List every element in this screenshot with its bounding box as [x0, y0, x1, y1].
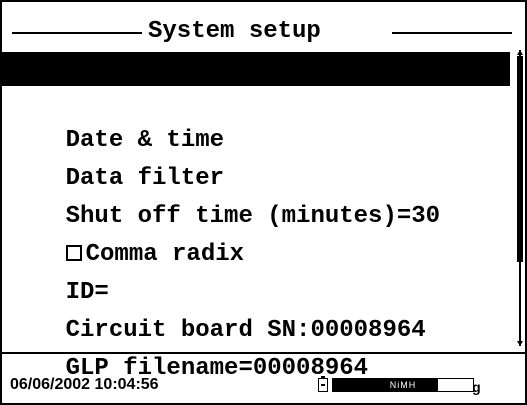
title-rule-right [392, 32, 512, 34]
battery-type-label: NiMH [389, 380, 417, 390]
menu-item-shut-off-time[interactable]: Shut off time (minutes)=30 [2, 166, 510, 230]
scroll-up-arrow-icon[interactable] [517, 50, 523, 55]
device-screen: System setup Version 1.02 07/01/2002 Dat… [0, 0, 527, 405]
title-rule-left [12, 32, 142, 34]
menu-item-version[interactable]: Version 1.02 07/01/2002 [2, 52, 510, 116]
menu-scrollbar[interactable] [517, 50, 523, 346]
menu-item-data-filter[interactable]: Data filter [2, 128, 510, 192]
status-datetime: 06/06/2002 10:04:56 [10, 376, 159, 393]
battery-icon [318, 376, 328, 392]
scroll-down-arrow-icon[interactable] [517, 341, 523, 346]
menu-item-glp-filename[interactable]: GLP filename=00008964 [2, 318, 510, 382]
scrollbar-thumb[interactable] [517, 56, 523, 262]
status-divider [2, 352, 525, 354]
menu-item-circuit-board-sn[interactable]: Circuit board SN:00008964 [2, 280, 510, 344]
screen-title: System setup [148, 18, 321, 45]
menu-item-comma-radix[interactable]: Comma radix [2, 204, 510, 268]
menu-item-id[interactable]: ID= [2, 242, 510, 306]
battery-level-bar: NiMH [332, 378, 474, 392]
menu-item-date-time[interactable]: Date & time [2, 90, 510, 154]
title-bar: System setup [12, 16, 512, 48]
